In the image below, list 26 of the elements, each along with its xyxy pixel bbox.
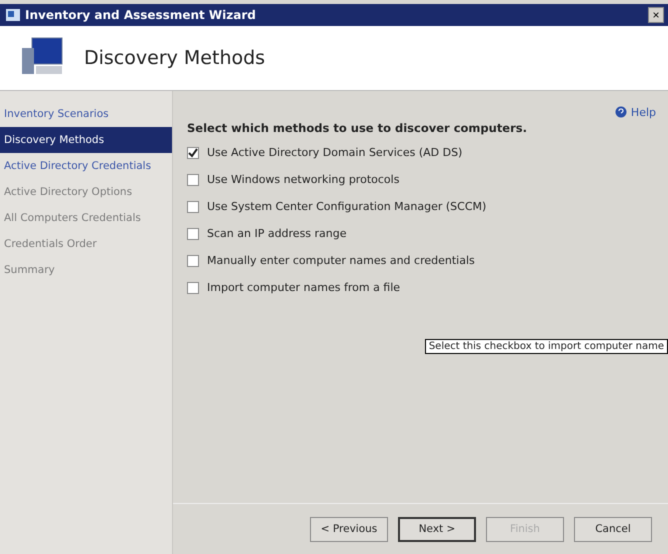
window-app-icon xyxy=(6,9,20,21)
checkbox-label[interactable]: Use Active Directory Domain Services (AD DS) xyxy=(207,146,462,159)
checkbox-label[interactable]: Use Windows networking protocols xyxy=(207,173,400,186)
help-link[interactable]: Help xyxy=(614,103,656,121)
instruction-text: Select which methods to use to discover computers. xyxy=(187,121,528,135)
sidebar-item[interactable]: Inventory Scenarios xyxy=(0,101,172,127)
help-icon xyxy=(614,106,627,118)
wizard-button[interactable]: Cancel xyxy=(574,516,652,542)
checkbox-label[interactable]: Scan an IP address range xyxy=(207,227,347,240)
wizard-button[interactable]: Next > xyxy=(398,516,476,542)
window-title: Inventory and Assessment Wizard xyxy=(25,8,257,22)
sidebar-item[interactable]: Discovery Methods xyxy=(0,127,172,153)
checkbox[interactable] xyxy=(187,282,199,294)
tooltip: Select this checkbox to import computer name xyxy=(424,339,668,354)
checkbox-label[interactable]: Import computer names from a file xyxy=(207,281,400,294)
checkbox[interactable] xyxy=(187,228,199,240)
checkbox-label[interactable]: Use System Center Configuration Manager (SCCM) xyxy=(207,200,486,213)
checkbox[interactable] xyxy=(187,200,199,212)
checkbox[interactable] xyxy=(187,254,199,266)
checkbox[interactable] xyxy=(187,146,199,158)
close-button[interactable]: × xyxy=(648,7,664,23)
sidebar-item[interactable]: Active Directory Credentials xyxy=(0,153,172,179)
checkbox[interactable] xyxy=(187,174,199,186)
wizard-button[interactable]: < Previous xyxy=(310,516,388,542)
page-title: Discovery Methods xyxy=(84,47,266,69)
checkbox-label[interactable]: Manually enter computer names and credentials xyxy=(207,254,475,267)
